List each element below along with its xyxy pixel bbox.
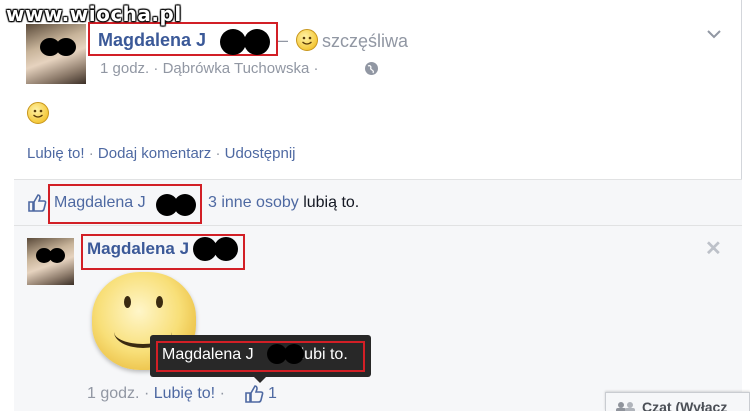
like-button[interactable]: Lubię to! xyxy=(27,145,85,162)
smiley-icon xyxy=(296,29,318,51)
liker-name[interactable]: Magdalena J xyxy=(54,194,146,212)
post-card: www.wiocha.pl Magdalena J – szczęśliwa 1… xyxy=(0,0,742,411)
redaction-blob xyxy=(214,237,238,261)
comment-author-avatar[interactable] xyxy=(27,238,74,285)
comment-like-button[interactable]: Lubię to! xyxy=(154,385,215,402)
redaction-blob xyxy=(284,344,304,364)
redaction-blob xyxy=(174,194,196,216)
tooltip-arrow xyxy=(253,376,267,383)
thumbs-up-icon xyxy=(27,193,47,213)
watermark: www.wiocha.pl xyxy=(6,2,182,26)
chat-people-icon xyxy=(615,401,637,411)
feeling-dash: – xyxy=(278,30,289,50)
likes-summary: 3 inne osoby lubią to. xyxy=(208,194,360,211)
post-author-avatar[interactable] xyxy=(26,24,86,84)
other-likers-link[interactable]: 3 inne osoby xyxy=(208,194,299,211)
tooltip-text: Magdalena Jlubi to. xyxy=(162,346,348,363)
globe-icon[interactable] xyxy=(365,62,378,75)
smiley-icon xyxy=(27,102,49,124)
comment-author-name[interactable]: Magdalena J xyxy=(87,239,189,259)
feeling-label[interactable]: szczęśliwa xyxy=(322,31,408,52)
comment-like-count[interactable]: 1 xyxy=(268,385,277,403)
post-author-name[interactable]: Magdalena J xyxy=(98,30,206,51)
chat-label[interactable]: Czat (Wyłącz xyxy=(642,399,727,411)
redaction-blob xyxy=(244,29,270,55)
comment-button[interactable]: Dodaj komentarz xyxy=(98,145,211,162)
post-actions: Lubię to! · Dodaj komentarz · Udostępnij xyxy=(27,145,296,162)
post-time[interactable]: 1 godz. xyxy=(100,60,149,77)
share-button[interactable]: Udostępnij xyxy=(225,145,296,162)
close-icon[interactable]: ✕ xyxy=(705,236,722,261)
thumbs-up-icon[interactable] xyxy=(244,384,264,404)
post-meta: 1 godz. · Dąbrówka Tuchowska · xyxy=(100,60,319,77)
post-location[interactable]: Dąbrówka Tuchowska xyxy=(163,60,310,77)
redaction-blob xyxy=(220,29,246,55)
comment-time[interactable]: 1 godz. xyxy=(87,385,139,402)
chevron-down-icon[interactable] xyxy=(706,26,722,44)
comment-meta: 1 godz. · Lubię to! · xyxy=(87,385,225,402)
